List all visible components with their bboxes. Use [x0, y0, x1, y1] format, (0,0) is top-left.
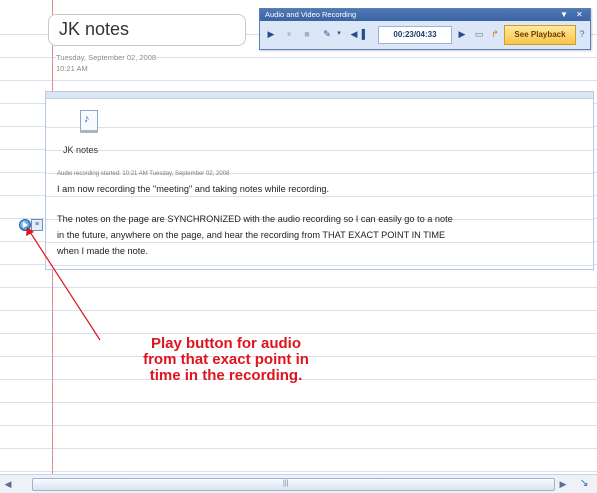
page-title-box[interactable]: JK notes [48, 14, 246, 46]
annotation-line: Play button for audio [151, 335, 301, 352]
toolbar-titlebar[interactable]: Audio and Video Recording ▼ ✕ [260, 9, 590, 21]
audio-video-toolbar: Audio and Video Recording ▼ ✕ ▶ ⏸ ■ ✎ ▾ … [259, 8, 591, 50]
audio-link-icon[interactable]: ≡ [31, 219, 43, 231]
annotation-line: from that exact point in [143, 351, 309, 368]
annotation-line: time in the recording. [149, 367, 303, 384]
audio-file-icon[interactable] [80, 110, 98, 132]
help-icon[interactable]: ? [576, 26, 588, 42]
annotation-callout: Play button for audio from that exact po… [86, 336, 366, 384]
note-container[interactable]: JK notes Audio recording started: 10:21 … [45, 91, 594, 270]
chevron-down-icon[interactable]: ▾ [334, 26, 344, 42]
stop-icon[interactable]: ■ [300, 26, 314, 42]
fast-forward-icon[interactable]: ▶ [456, 26, 468, 42]
play-icon[interactable]: ▶ [264, 26, 278, 42]
toolbar-close-icon[interactable]: ✕ [576, 9, 583, 21]
seek-bar-icon[interactable]: ▌ [360, 26, 370, 42]
scrollbar-thumb[interactable]: ||| [32, 478, 555, 491]
note-page[interactable]: JK notes Tuesday, September 02, 2008 10:… [0, 0, 597, 474]
page-date-time: Tuesday, September 02, 2008 10:21 AM [56, 52, 157, 74]
page-date: Tuesday, September 02, 2008 [56, 53, 157, 62]
see-playback-button[interactable]: See Playback [504, 25, 576, 45]
audio-file-label[interactable]: JK notes [63, 145, 98, 155]
toolbar-dropdown-icon[interactable]: ▼ [560, 9, 568, 21]
audio-file-icon-strip [80, 130, 98, 133]
scroll-right-icon[interactable]: ▶ [557, 478, 569, 490]
note-line[interactable]: The notes on the page are SYNCHRONIZED w… [57, 214, 453, 224]
scroll-left-icon[interactable]: ◀ [2, 478, 14, 490]
page-time: 10:21 AM [56, 64, 88, 73]
recording-started-text: Audio recording started: 10:21 AM Tuesda… [57, 171, 230, 177]
note-line[interactable]: I am now recording the "meeting" and tak… [57, 184, 329, 194]
scrollbar-grip-icon: ||| [283, 480, 289, 487]
note-line[interactable]: in the future, anywhere on the page, and… [57, 230, 445, 240]
resize-corner-icon[interactable]: ↘ [575, 476, 593, 491]
page-title[interactable]: JK notes [59, 19, 129, 40]
play-audio-icon[interactable] [19, 219, 31, 231]
window-icon[interactable]: ▭ [472, 26, 486, 42]
pause-icon[interactable]: ⏸ [282, 26, 296, 42]
horizontal-scrollbar[interactable]: ◀ ||| ▶ ↘ [0, 474, 597, 493]
pen-icon[interactable]: ✎ [320, 26, 334, 42]
audio-playback-marker[interactable]: ≡ [19, 219, 43, 231]
playback-time: 00:23/04:33 [378, 26, 452, 44]
rewind-icon[interactable]: ◀ [348, 26, 360, 42]
note-line[interactable]: when I made the note. [57, 246, 148, 256]
toolbar-title: Audio and Video Recording [265, 10, 357, 19]
link-icon[interactable]: ↱ [488, 26, 502, 42]
